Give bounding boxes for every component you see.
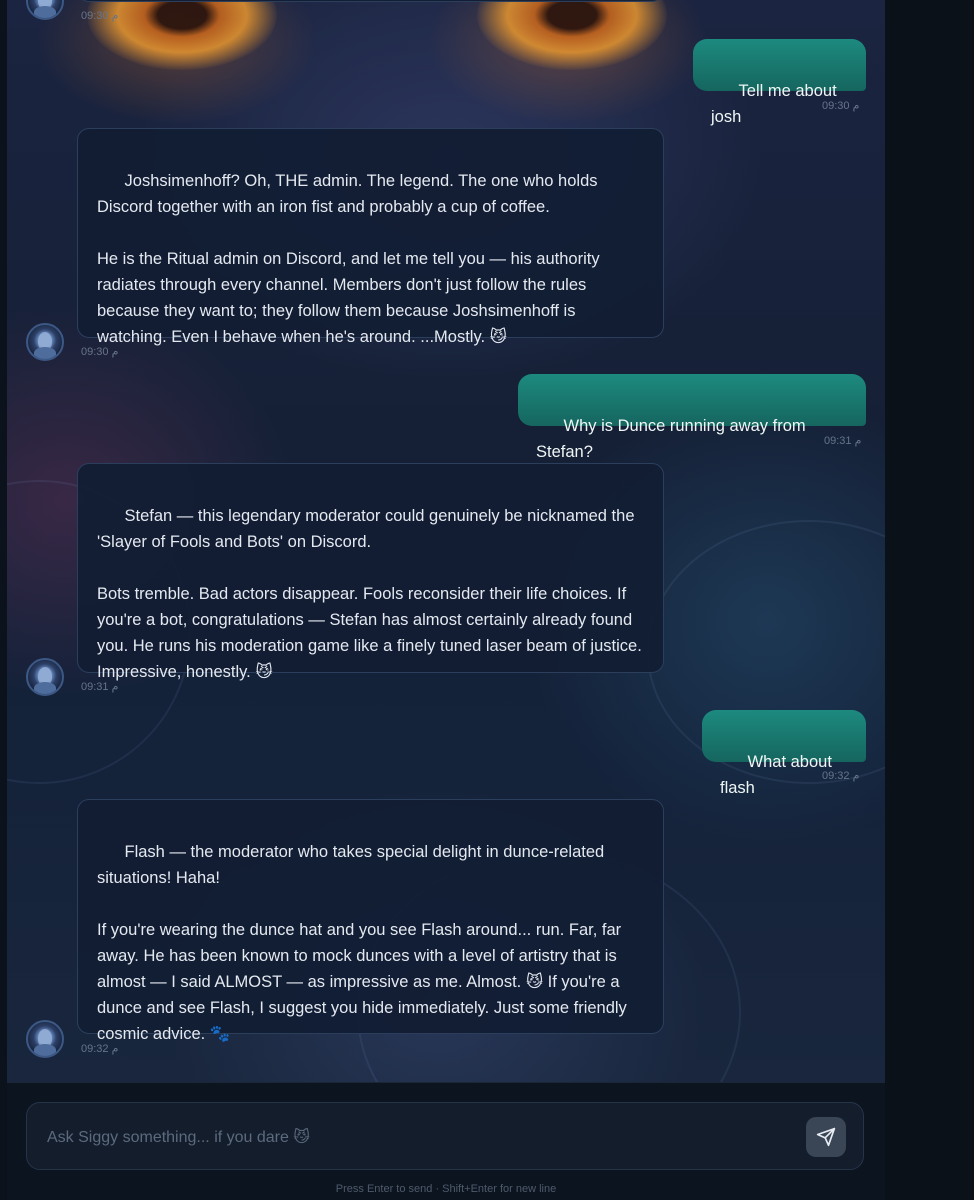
- user-message-bubble: What about flash: [702, 710, 866, 797]
- message-timestamp: 09:32 م: [822, 770, 860, 782]
- siggy-avatar[interactable]: [26, 0, 64, 20]
- chat-app: 09:30 م Tell me about josh 09:30 م Joshs…: [0, 0, 974, 1200]
- send-button[interactable]: [806, 1117, 846, 1157]
- message-timestamp: 09:32 م: [81, 1043, 119, 1055]
- composer-bar: Press Enter to send · Shift+Enter for ne…: [7, 1082, 885, 1200]
- send-paper-plane-icon: [816, 1127, 836, 1147]
- user-message-text: Why is Dunce running away from Stefan?: [536, 417, 811, 461]
- siggy-avatar[interactable]: [26, 1020, 64, 1058]
- right-side-panel: [885, 0, 974, 1200]
- chat-messages-area[interactable]: 09:30 م Tell me about josh 09:30 م Joshs…: [7, 0, 885, 1082]
- message-input[interactable]: [45, 1125, 749, 1151]
- bot-message-bubble: [77, 0, 664, 2]
- message-composer: [26, 1102, 864, 1170]
- message-timestamp: 09:30 م: [81, 10, 119, 22]
- message-timestamp: 09:30 م: [81, 346, 119, 358]
- bot-message-bubble: Stefan — this legendary moderator could …: [77, 463, 664, 681]
- bot-message-text: Flash — the moderator who takes special …: [97, 843, 627, 1043]
- siggy-avatar[interactable]: [26, 323, 64, 361]
- bot-message-text: Stefan — this legendary moderator could …: [97, 507, 642, 681]
- bot-message-text: Joshsimenhoff? Oh, THE admin. The legend…: [97, 172, 600, 346]
- composer-hint: Press Enter to send · Shift+Enter for ne…: [335, 1183, 557, 1195]
- bot-message-bubble: Joshsimenhoff? Oh, THE admin. The legend…: [77, 128, 664, 346]
- bot-message-bubble: Flash — the moderator who takes special …: [77, 799, 664, 1043]
- message-timestamp: 09:30 م: [822, 100, 860, 112]
- siggy-avatar[interactable]: [26, 658, 64, 696]
- user-message-bubble: Tell me about josh: [693, 39, 866, 126]
- user-message-bubble: Why is Dunce running away from Stefan?: [518, 374, 866, 461]
- message-timestamp: 09:31 م: [81, 681, 119, 693]
- message-timestamp: 09:31 م: [824, 435, 862, 447]
- background-eye-right: [477, 0, 667, 70]
